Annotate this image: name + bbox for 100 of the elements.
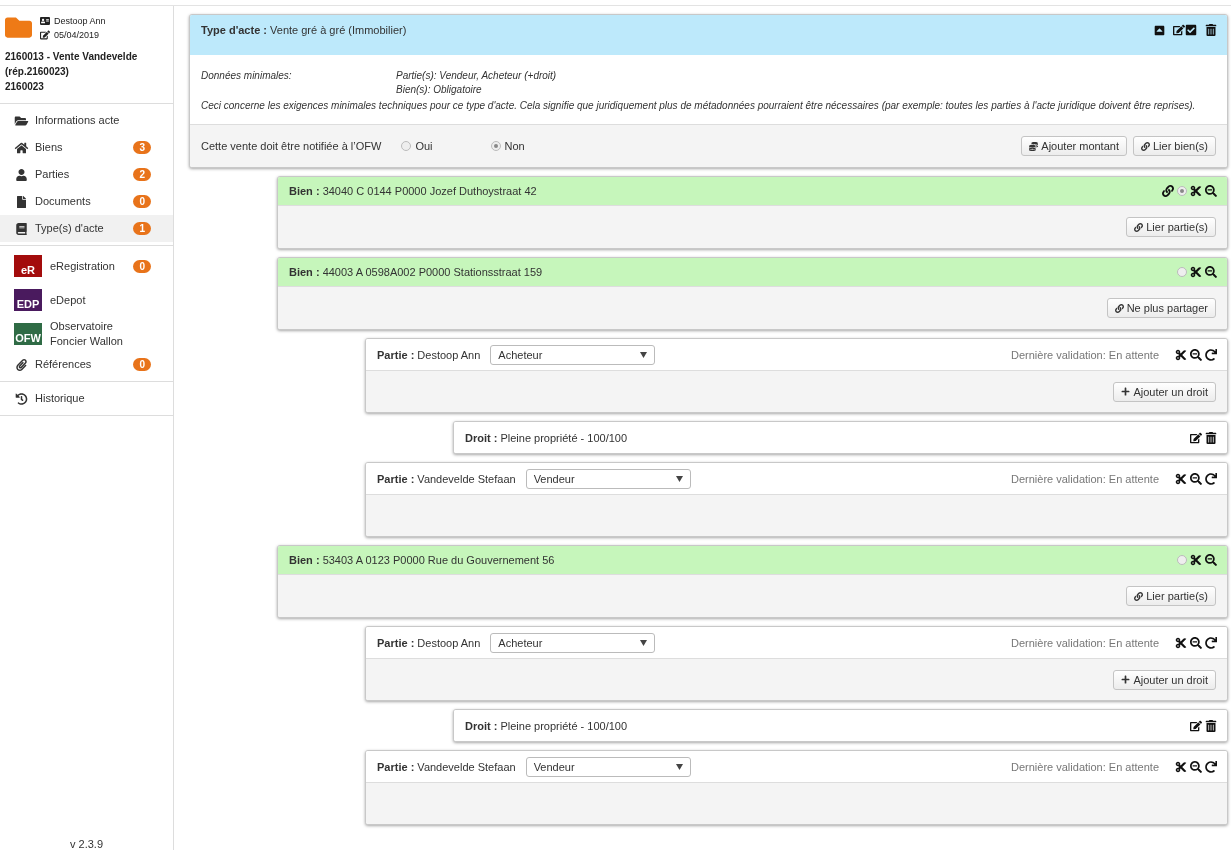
share-radio[interactable] — [1177, 555, 1187, 565]
note-text: Ceci concerne les exigences minimales techniques pour ce type d'acte. Cela signifie que juridiquement plus de métadonnées pourraient être nécessaires (par exemple: toutes les parties à l'acte juridique doivent être reprises). — [201, 99, 1197, 113]
user-name: Destoop Ann — [54, 16, 106, 26]
trash-icon[interactable] — [1205, 24, 1217, 36]
link-icon — [1140, 141, 1150, 151]
scissors-icon[interactable] — [1190, 185, 1202, 197]
item-label: Type(s) d'acte — [35, 221, 105, 236]
link-icon[interactable] — [1162, 185, 1174, 197]
party-title: Partie : Vandevelde Stefaan — [377, 760, 516, 773]
link-icon — [1134, 222, 1144, 232]
app-logo: eR — [14, 255, 42, 277]
zoom-out-icon[interactable] — [1205, 185, 1217, 197]
action-button[interactable]: Ajouter montant — [1021, 136, 1127, 156]
count-badge: 0 — [133, 358, 151, 371]
scissors-icon[interactable] — [1190, 266, 1202, 278]
zoom-out-icon[interactable] — [1205, 554, 1217, 566]
refresh-icon[interactable] — [1205, 348, 1217, 361]
zoom-out-icon[interactable] — [1190, 636, 1202, 649]
validation-status: Dernière validation: En attente — [1011, 472, 1159, 485]
item-label: Documents — [35, 194, 92, 209]
property-title: Bien : 53403 A 0123 P0000 Rue du Gouvernement 56 — [289, 554, 555, 566]
zoom-out-icon[interactable] — [1190, 472, 1202, 485]
share-radio[interactable] — [1177, 267, 1187, 277]
item-label: eDepot — [50, 292, 87, 308]
sidebar-item[interactable]: Références 0 — [0, 351, 173, 378]
refresh-icon[interactable] — [1205, 472, 1217, 485]
sidebar-item[interactable]: Documents 0 — [0, 188, 173, 215]
item-label: Historique — [35, 391, 86, 406]
zoom-out-icon[interactable] — [1205, 266, 1217, 278]
link-button[interactable]: Ne plus partager — [1106, 298, 1216, 318]
validation-status: Dernière validation: En attente — [1011, 636, 1159, 649]
scissors-icon[interactable] — [1190, 554, 1202, 566]
sidebar-item[interactable]: eR eRegistration 0 — [0, 249, 173, 283]
menu-icon — [14, 114, 29, 127]
item-label: Parties — [35, 167, 71, 182]
link-icon — [1114, 303, 1124, 313]
menu-icon — [14, 222, 29, 235]
contact-icon — [40, 16, 50, 26]
party-title: Partie : Destoop Ann — [377, 636, 481, 649]
count-badge: 0 — [133, 259, 151, 273]
role-dropdown[interactable]: Vendeur — [525, 756, 691, 777]
role-dropdown[interactable]: Acheteur — [490, 344, 656, 365]
share-radio[interactable] — [1177, 186, 1187, 196]
collapse-icon[interactable] — [1154, 24, 1165, 36]
plus-icon — [1121, 387, 1131, 396]
trash-icon[interactable] — [1205, 719, 1217, 732]
action-button[interactable]: Lier bien(s) — [1132, 136, 1216, 156]
edit-icon[interactable] — [1190, 719, 1202, 732]
sidebar-item[interactable]: Informations acte — [0, 107, 173, 134]
menu-icon — [14, 195, 29, 208]
edit-icon — [40, 30, 50, 40]
ofw-question: Cette vente doit être notifiée à l’OFW — [201, 140, 382, 152]
deed-type-title: Type d'acte : Vente gré à gré (Immobilier) — [201, 24, 407, 36]
sidebar-item[interactable]: Historique — [0, 385, 173, 412]
file-number: 2160023 — [5, 80, 45, 94]
menu-icon — [14, 168, 29, 181]
scissors-icon[interactable] — [1175, 636, 1187, 649]
sidebar-item[interactable]: EDP eDepot — [0, 283, 173, 317]
item-label: Biens — [35, 140, 64, 155]
count-badge: 0 — [133, 195, 151, 208]
right-title: Droit : Pleine propriété - 100/100 — [465, 719, 628, 732]
sidebar-item[interactable]: Type(s) d'acte 1 — [0, 215, 173, 242]
scissors-icon[interactable] — [1175, 348, 1187, 361]
role-dropdown[interactable]: Acheteur — [490, 632, 656, 653]
sidebar-item[interactable]: Biens 3 — [0, 134, 173, 161]
scissors-icon[interactable] — [1175, 472, 1187, 485]
role-dropdown[interactable]: Vendeur — [525, 468, 691, 489]
item-label: Références — [35, 357, 93, 372]
property-title: Bien : 44003 A 0598A002 P0000 Stationsstraat 159 — [289, 266, 543, 278]
app-logo: EDP — [14, 289, 42, 311]
refresh-icon[interactable] — [1205, 636, 1217, 649]
caret-icon — [640, 639, 648, 646]
right-title: Droit : Pleine propriété - 100/100 — [465, 431, 628, 444]
add-right-button[interactable]: Ajouter un droit — [1113, 669, 1216, 690]
zoom-out-icon[interactable] — [1190, 760, 1202, 773]
radio-option[interactable]: Oui — [401, 140, 433, 152]
minimum-value: Partie(s): Vendeur, Acheteur (+droit) — [396, 69, 558, 83]
item-label: Informations acte — [35, 113, 121, 128]
menu-icon — [14, 392, 29, 405]
radio-option[interactable]: Non — [490, 140, 525, 152]
item-label: Observatoire Foncier Wallon — [50, 319, 124, 349]
zoom-out-icon[interactable] — [1190, 348, 1202, 361]
edit-icon[interactable] — [1190, 431, 1202, 444]
add-right-button[interactable]: Ajouter un droit — [1113, 381, 1216, 402]
link-button[interactable]: Lier partie(s) — [1126, 586, 1216, 606]
minimum-label: Données minimales: — [201, 69, 293, 83]
sidebar-item[interactable]: OFW Observatoire Foncier Wallon — [0, 317, 173, 351]
caret-icon — [675, 475, 683, 482]
version-label: v 2.3.9 — [69, 838, 104, 850]
edit-check-icon[interactable] — [1173, 24, 1197, 36]
count-badge: 3 — [133, 141, 151, 154]
trash-icon[interactable] — [1205, 431, 1217, 444]
sidebar-item[interactable]: Parties 2 — [0, 161, 173, 188]
app-logo: OFW — [14, 323, 42, 345]
refresh-icon[interactable] — [1205, 760, 1217, 773]
caret-icon — [640, 351, 648, 358]
link-button[interactable]: Lier partie(s) — [1126, 217, 1216, 237]
menu-icon — [14, 141, 29, 154]
item-label: eRegistration — [50, 258, 116, 274]
scissors-icon[interactable] — [1175, 760, 1187, 773]
